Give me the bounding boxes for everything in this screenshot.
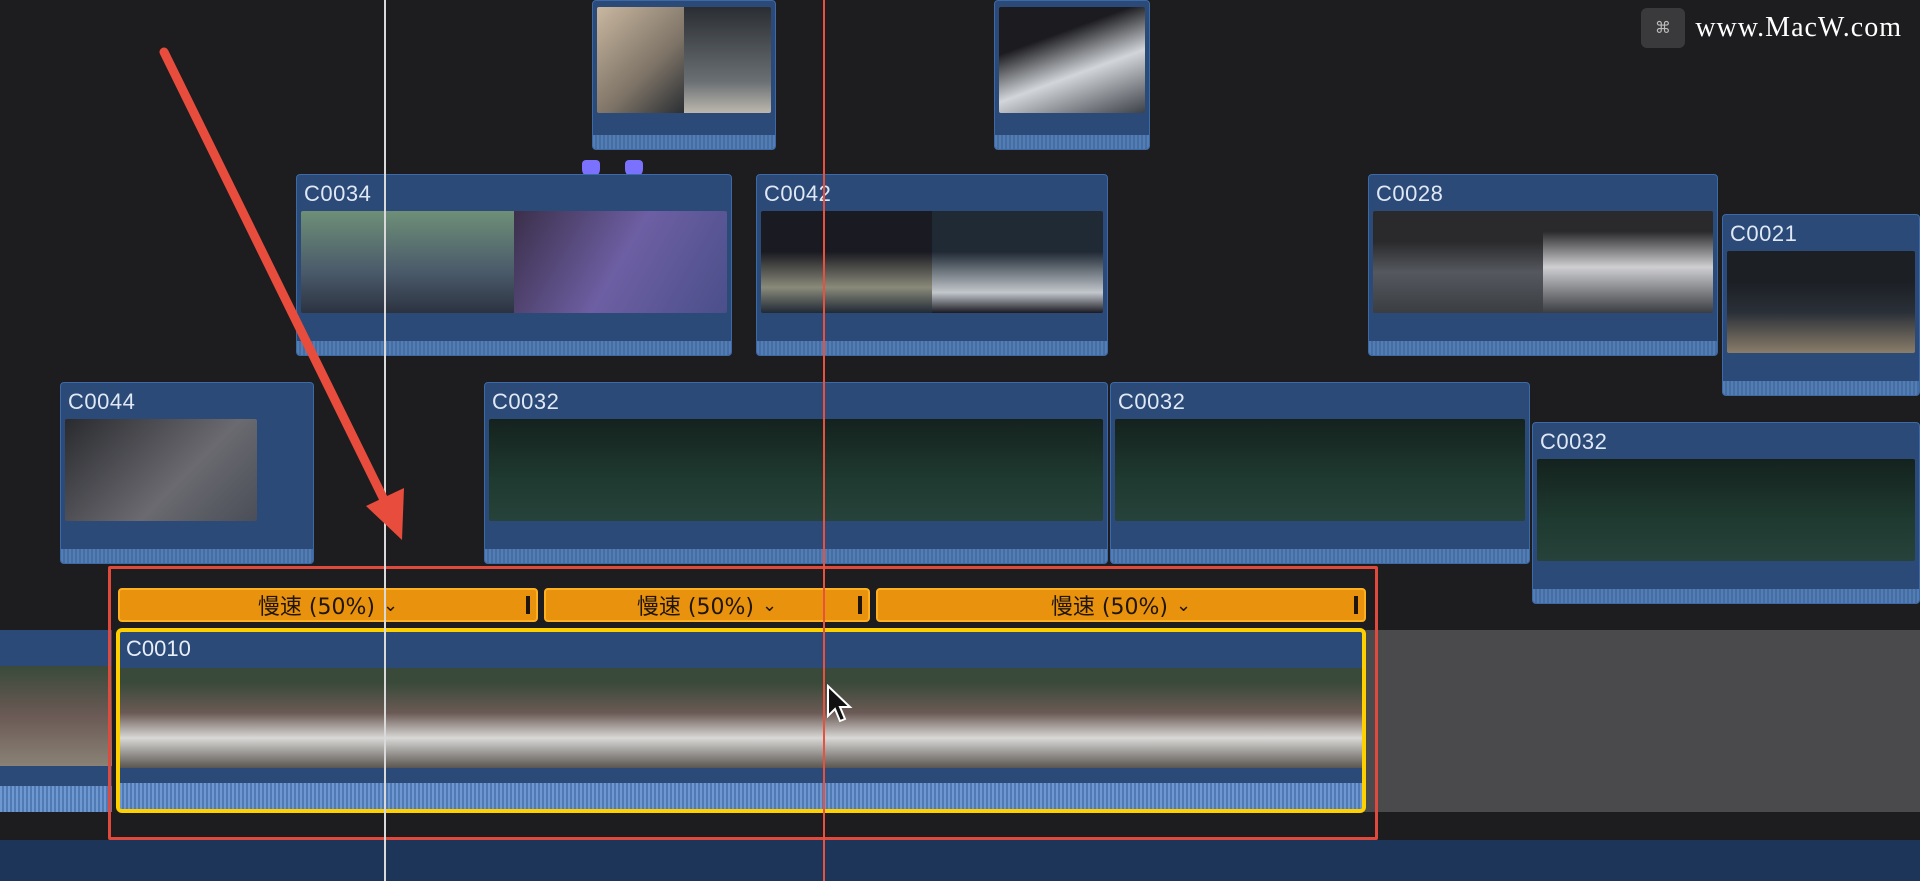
connected-clip-top-2[interactable] bbox=[994, 0, 1150, 150]
timeline[interactable]: C0034 C0042 C0028 C0021 C0044 C0032 C003… bbox=[0, 0, 1920, 881]
storyline-clip-left[interactable] bbox=[0, 630, 112, 812]
clip-thumbnails bbox=[1727, 251, 1915, 353]
clip-thumbnails bbox=[999, 7, 1145, 113]
connected-clip-top-1[interactable] bbox=[592, 0, 776, 150]
clip-label: C0032 bbox=[1540, 429, 1608, 454]
audio-waveform bbox=[1533, 589, 1919, 603]
thumbnail-frame bbox=[0, 666, 112, 766]
clip-label: C0021 bbox=[1730, 221, 1798, 246]
thumbnail-frame bbox=[761, 211, 932, 313]
annotation-highlight-box bbox=[108, 566, 1378, 840]
lower-track-band bbox=[0, 840, 1920, 881]
clip-label: C0028 bbox=[1376, 181, 1444, 206]
clip-c0042[interactable]: C0042 bbox=[756, 174, 1108, 356]
clip-thumbnails bbox=[1115, 419, 1525, 521]
thumbnail-frame bbox=[1537, 459, 1663, 561]
audio-waveform bbox=[485, 549, 1107, 563]
thumbnail-frame bbox=[597, 7, 684, 113]
clip-label: C0042 bbox=[764, 181, 832, 206]
clip-thumbnails bbox=[1373, 211, 1713, 313]
audio-waveform bbox=[1111, 549, 1529, 563]
clip-c0032-c[interactable]: C0032 bbox=[1532, 422, 1920, 604]
thumbnail-frame bbox=[1388, 419, 1525, 521]
thumbnail-frame bbox=[1789, 459, 1915, 561]
clip-thumbnails bbox=[0, 666, 112, 766]
audio-waveform bbox=[1369, 341, 1717, 355]
clip-c0032-a[interactable]: C0032 bbox=[484, 382, 1108, 564]
clip-c0032-b[interactable]: C0032 bbox=[1110, 382, 1530, 564]
thumbnail-frame bbox=[1251, 419, 1389, 521]
thumbnail-frame bbox=[642, 419, 796, 521]
audio-waveform bbox=[995, 135, 1149, 149]
thumbnail-frame bbox=[932, 211, 1103, 313]
clip-label: C0032 bbox=[1118, 389, 1186, 414]
audio-waveform bbox=[593, 135, 775, 149]
clip-label: C0032 bbox=[492, 389, 560, 414]
thumbnail-frame bbox=[1663, 459, 1789, 561]
audio-waveform bbox=[0, 786, 112, 812]
thumbnail-frame bbox=[489, 419, 643, 521]
thumbnail-frame bbox=[949, 419, 1103, 521]
thumbnail-frame bbox=[1543, 211, 1713, 313]
thumbnail-frame bbox=[514, 211, 727, 313]
thumbnail-frame bbox=[796, 419, 950, 521]
watermark-text: www.MacW.com bbox=[1695, 12, 1902, 43]
annotation-arrow-icon bbox=[159, 47, 404, 540]
gap-clip[interactable] bbox=[1358, 630, 1920, 812]
thumbnail-frame bbox=[1373, 211, 1543, 313]
audio-waveform bbox=[1723, 381, 1919, 395]
playhead-line[interactable] bbox=[823, 0, 825, 881]
audio-waveform bbox=[757, 341, 1107, 355]
mouse-cursor-icon bbox=[827, 684, 853, 723]
clip-thumbnails bbox=[489, 419, 1103, 521]
thumbnail-frame bbox=[684, 7, 771, 113]
thumbnail-frame bbox=[999, 7, 1145, 113]
clip-thumbnails bbox=[597, 7, 771, 113]
watermark: ⌘ www.MacW.com bbox=[1641, 8, 1902, 48]
macw-logo-icon: ⌘ bbox=[1641, 8, 1686, 48]
clip-thumbnails bbox=[1537, 459, 1915, 561]
clip-c0021[interactable]: C0021 bbox=[1722, 214, 1920, 396]
thumbnail-frame bbox=[1727, 251, 1915, 353]
clip-thumbnails bbox=[761, 211, 1103, 313]
clip-c0028[interactable]: C0028 bbox=[1368, 174, 1718, 356]
thumbnail-frame bbox=[1115, 419, 1252, 521]
